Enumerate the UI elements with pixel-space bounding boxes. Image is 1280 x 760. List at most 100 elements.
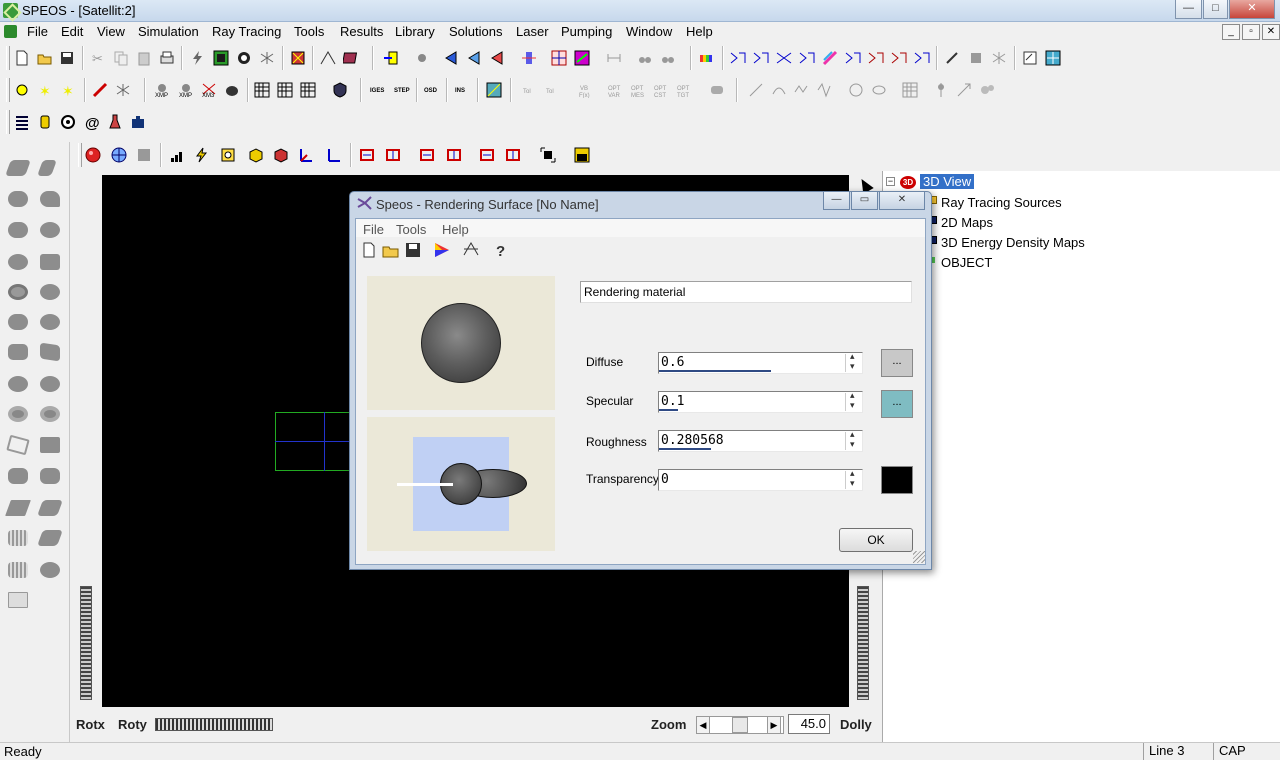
shape-6-icon[interactable] (40, 222, 60, 238)
grid-xmp-2-icon[interactable]: XMP (176, 80, 196, 100)
view-back-icon[interactable] (383, 145, 403, 165)
vb-function-icon[interactable]: VB F(x) (577, 80, 597, 100)
copy-icon[interactable] (111, 48, 131, 68)
shape-10-icon[interactable] (40, 284, 60, 300)
tree-item-ray-tracing-sources[interactable]: Ray Tracing Sources (941, 195, 1062, 210)
dialog-open-icon[interactable] (382, 241, 400, 259)
mesh-icon[interactable] (900, 80, 920, 100)
red-sphere-icon[interactable] (83, 145, 103, 165)
lightning-icon[interactable] (188, 48, 208, 68)
menu-help[interactable]: Help (686, 24, 713, 39)
arrow-red-icon[interactable] (90, 80, 110, 100)
lens-icon[interactable] (58, 112, 78, 132)
menu-simulation[interactable]: Simulation (138, 24, 199, 39)
zoom-thumb[interactable] (732, 717, 748, 733)
dialog-ray-icon[interactable] (462, 241, 480, 259)
shape-3-icon[interactable] (8, 191, 28, 207)
axes-xz-icon[interactable] (324, 145, 344, 165)
ins-icon[interactable]: INS (453, 80, 473, 100)
menu-pumping[interactable]: Pumping (561, 24, 612, 39)
wand-icon[interactable] (942, 48, 962, 68)
paste-icon[interactable] (134, 48, 154, 68)
shape-13-icon[interactable] (8, 344, 28, 360)
dialog-help-icon[interactable]: ? (491, 241, 509, 260)
cube-red-icon[interactable] (271, 145, 291, 165)
transparency-spin-arrows[interactable] (845, 468, 861, 489)
menu-laser[interactable]: Laser (516, 24, 549, 39)
list-icon[interactable] (12, 112, 32, 132)
menu-edit[interactable]: Edit (61, 24, 83, 39)
zoom-left-button[interactable]: ◀ (696, 716, 710, 734)
run-icon[interactable] (989, 48, 1009, 68)
dolly-slider[interactable] (857, 586, 869, 700)
dialog-save-icon[interactable] (404, 241, 422, 259)
shape-20-icon[interactable] (40, 437, 60, 453)
sensor-6-icon[interactable] (866, 48, 886, 68)
sensor-2-icon[interactable] (751, 48, 771, 68)
roughness-value[interactable]: 0.280568 (661, 433, 724, 448)
sensor-8-icon[interactable] (912, 48, 932, 68)
flash-yellow-icon[interactable] (192, 145, 212, 165)
tree-root-3d-view[interactable]: 3D View (920, 174, 975, 189)
specular-color-button[interactable]: ... (881, 390, 913, 418)
view-left-icon[interactable] (417, 145, 437, 165)
view-front-icon[interactable] (357, 145, 377, 165)
line-icon[interactable] (746, 80, 766, 100)
resize-grip[interactable] (913, 551, 925, 563)
save-image-icon[interactable] (572, 145, 592, 165)
puzzle-icon[interactable] (128, 112, 148, 132)
shape-8-icon[interactable] (40, 254, 60, 270)
sensor-5-icon[interactable] (843, 48, 863, 68)
new-file-icon[interactable] (12, 48, 32, 68)
cylinder-icon[interactable] (35, 112, 55, 132)
menu-ray-tracing[interactable]: Ray Tracing (212, 24, 281, 39)
shape-22-icon[interactable] (40, 468, 60, 484)
sensor-4-icon[interactable] (797, 48, 817, 68)
osd-icon[interactable]: OSD (422, 80, 442, 100)
menu-tools[interactable]: Tools (294, 24, 324, 39)
dialog-new-icon[interactable] (360, 241, 378, 259)
swirl-icon[interactable] (846, 80, 866, 100)
spider-icon[interactable] (257, 48, 277, 68)
spectrum-icon[interactable] (697, 48, 717, 68)
transparency-value[interactable]: 0 (661, 472, 669, 487)
menu-window[interactable]: Window (626, 24, 672, 39)
gears-icon[interactable] (977, 80, 997, 100)
spline-icon[interactable] (792, 80, 812, 100)
save-icon[interactable] (57, 48, 77, 68)
shape-14-icon[interactable] (40, 342, 60, 362)
flask-icon[interactable] (105, 112, 125, 132)
shape-7-icon[interactable] (8, 254, 28, 270)
transparency-color-button[interactable] (881, 466, 913, 494)
shape-21-icon[interactable] (8, 468, 28, 484)
tree-item-2d-maps[interactable]: 2D Maps (941, 215, 993, 230)
roughness-spinbox[interactable]: 0.280568 (658, 429, 863, 452)
cut-icon[interactable]: ✂ (88, 48, 108, 68)
roty-slider[interactable] (155, 718, 273, 731)
star-1-icon[interactable]: ✶ (35, 80, 55, 100)
shape-16-icon[interactable] (40, 376, 60, 392)
rotx-slider[interactable] (80, 586, 92, 700)
hand-icon[interactable] (222, 80, 242, 100)
rainbow-map-icon[interactable] (572, 48, 592, 68)
view-bottom-icon[interactable] (503, 145, 523, 165)
shape-11-icon[interactable] (8, 314, 28, 330)
mdi-minimize-button[interactable]: _ (1222, 24, 1240, 40)
point-source-icon[interactable] (412, 48, 432, 68)
shape-12-icon[interactable] (40, 314, 60, 330)
menu-view[interactable]: View (97, 24, 125, 39)
opt-mes-icon[interactable]: OPT MES (629, 80, 649, 100)
shape-2-icon[interactable] (37, 160, 57, 176)
source-blue-1-icon[interactable] (442, 48, 462, 68)
source-blue-2-icon[interactable] (465, 48, 485, 68)
shape-5-icon[interactable] (8, 222, 28, 238)
shape-15-icon[interactable] (8, 376, 28, 392)
dialog-menu-help[interactable]: Help (442, 222, 469, 237)
view-right-icon[interactable] (444, 145, 464, 165)
print-icon[interactable] (157, 48, 177, 68)
ray-icon[interactable] (318, 48, 338, 68)
panel-icon[interactable] (8, 592, 28, 608)
zoom-value-input[interactable]: 45.0 (788, 714, 830, 734)
axes-xyz-icon[interactable] (296, 145, 316, 165)
tol-2-icon[interactable]: Tol (543, 80, 563, 100)
